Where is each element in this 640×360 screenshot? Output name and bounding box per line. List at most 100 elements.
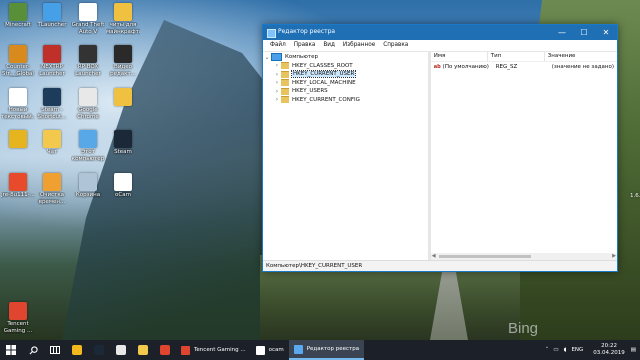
tree-item-hku[interactable]: › HKEY_USERS [263,87,428,96]
menu-edit[interactable]: Правка [290,40,320,51]
app-icon [79,130,97,148]
desktop-icon[interactable]: Steam - Shortcut... [35,88,69,120]
running-apps: Tencent Gaming ... ocam Редактор реестра [176,340,365,360]
close-button[interactable]: ✕ [595,26,617,39]
value-type: REG_SZ [495,63,518,70]
desktop-icon[interactable]: Чат [35,130,69,156]
scrollbar-thumb[interactable] [438,255,531,258]
desktop-icon[interactable]: Steam [106,130,140,156]
menu-help[interactable]: Справка [379,40,412,51]
pinned-apps [66,340,176,360]
taskbar-app-label: ocam [268,347,284,353]
desktop-icon[interactable]: Google Chrome [71,88,105,120]
desktop-icon[interactable]: RP BOX Launcher [71,45,105,77]
taskbar-app-button[interactable]: Tencent Gaming ... [176,340,251,360]
desktop-icon-label: Counter-Str... Global Offe... [2,64,34,77]
app-icon [9,173,27,191]
desktop-icon[interactable]: Minecraft [1,3,35,29]
network-icon[interactable]: ▭ [553,347,558,353]
pinned-app-button[interactable] [66,340,88,360]
desktop-icon-label: Minecraft [5,22,31,28]
menu-favorites[interactable]: Избранное [339,40,379,51]
column-type[interactable]: Тип [488,52,545,61]
tree-item-hkcu[interactable]: › HKEY_CURRENT_USER [263,70,428,79]
desktop-icon[interactable]: TLauncher [35,3,69,29]
maximize-button[interactable]: ☐ [573,26,595,39]
pinned-app-button[interactable] [88,340,110,360]
app-icon [72,345,82,355]
start-button[interactable] [0,340,22,360]
menu-file[interactable]: Файл [266,40,290,51]
desktop-icon[interactable]: Видео редакт... [106,45,140,77]
volume-icon[interactable]: ◖ [564,347,567,353]
registry-editor-window[interactable]: Редактор реестра — ☐ ✕ Файл Правка Вид И… [262,24,618,272]
folder-icon [281,87,289,95]
language-indicator[interactable]: ENG [571,347,583,353]
desktop-icon[interactable]: читы для майнкрафта [106,3,140,35]
taskbar-app-button[interactable]: Редактор реестра [288,340,365,360]
minimize-button[interactable]: — [551,26,573,39]
scroll-left-icon[interactable]: ◀ [432,253,436,259]
horizontal-scrollbar[interactable]: ◀ ▶ [430,253,617,260]
tree-item-hkcc[interactable]: › HKEY_CURRENT_CONFIG [263,96,428,105]
chevron-right-icon[interactable]: › [273,71,281,78]
values-pane[interactable]: Имя Тип Значение ab (По умолчанию) REG_S… [430,52,617,260]
desktop-icon[interactable]: Tencent Gaming ... [1,302,35,334]
values-header: Имя Тип Значение [430,52,617,62]
desktop-icon[interactable]: NEXTRP Launcher [35,45,69,77]
desktop-icon-label: Новый текстовый... [1,107,35,120]
taskbar-app-button[interactable]: ocam [251,340,289,360]
tree-item-hklm[interactable]: › HKEY_LOCAL_MACHINE [263,79,428,88]
desktop-icon[interactable]: Counter-Str... Global Offe... [1,45,35,77]
desktop-icon-label: Чат [46,149,58,155]
chevron-right-icon[interactable]: › [273,96,281,103]
desktop-icon-label: TLauncher [37,22,67,28]
app-icon [116,345,126,355]
desktop-icon[interactable]: Новый текстовый... [1,88,35,120]
desktop-icon[interactable]: Grand Theft Auto V [71,3,105,35]
clock-date: 03.04.2019 [593,350,625,356]
title-bar[interactable]: Редактор реестра — ☐ ✕ [263,25,617,40]
scroll-right-icon[interactable]: ▶ [612,253,616,259]
app-icon [9,3,27,21]
app-icon [114,45,132,63]
app-icon [114,3,132,21]
status-bar: Компьютер\HKEY_CURRENT_USER [263,260,617,271]
desktop-icon-label: Grand Theft Auto V [71,22,105,35]
window-title: Редактор реестра [278,28,336,35]
desktop-icon-label: RP BOX Launcher [75,64,101,77]
clock[interactable]: 20:22 03.04.2019 [587,343,631,357]
chevron-right-icon[interactable]: › [273,62,281,69]
task-view-button[interactable] [44,340,66,360]
desktop-icon[interactable]: oCam [106,173,140,199]
taskbar-app-label: Редактор реестра [306,346,360,352]
desktop-icon[interactable]: Этот компьютер [71,130,105,162]
chevron-down-icon[interactable]: ⌄ [263,54,271,61]
registry-tree[interactable]: ⌄ Компьютер › HKEY_CLASSES_ROOT › HKEY_C… [263,52,431,260]
app-icon [138,345,148,355]
tree-root[interactable]: ⌄ Компьютер [263,53,428,62]
desktop-icon[interactable]: jre-8u111-... [1,173,35,199]
value-row[interactable]: ab (По умолчанию) REG_SZ (значение не за… [431,62,617,71]
notifications-icon[interactable]: ▤ [631,347,636,353]
app-icon [9,88,27,106]
column-name[interactable]: Имя [431,52,488,61]
value-data: (значение не задано) [551,63,614,70]
chevron-right-icon[interactable]: › [273,88,281,95]
pinned-app-button[interactable] [132,340,154,360]
menu-view[interactable]: Вид [319,40,339,51]
chevron-up-icon[interactable]: ˄ [546,347,549,353]
desktop-icon[interactable]: Корзина [71,173,105,199]
desktop-icon-label: Steam - Shortcut... [37,107,67,120]
pinned-app-button[interactable] [110,340,132,360]
desktop-icon[interactable] [1,130,35,149]
chevron-right-icon[interactable]: › [273,79,281,86]
desktop-icon[interactable]: Очистка времен... [35,173,69,205]
column-value[interactable]: Значение [545,52,617,61]
tree-item-hkcr[interactable]: › HKEY_CLASSES_ROOT [263,62,428,71]
pinned-app-button[interactable] [154,340,176,360]
search-button[interactable] [22,340,44,360]
app-icon [181,345,190,355]
desktop-icon[interactable] [106,88,140,107]
folder-icon [281,70,289,78]
